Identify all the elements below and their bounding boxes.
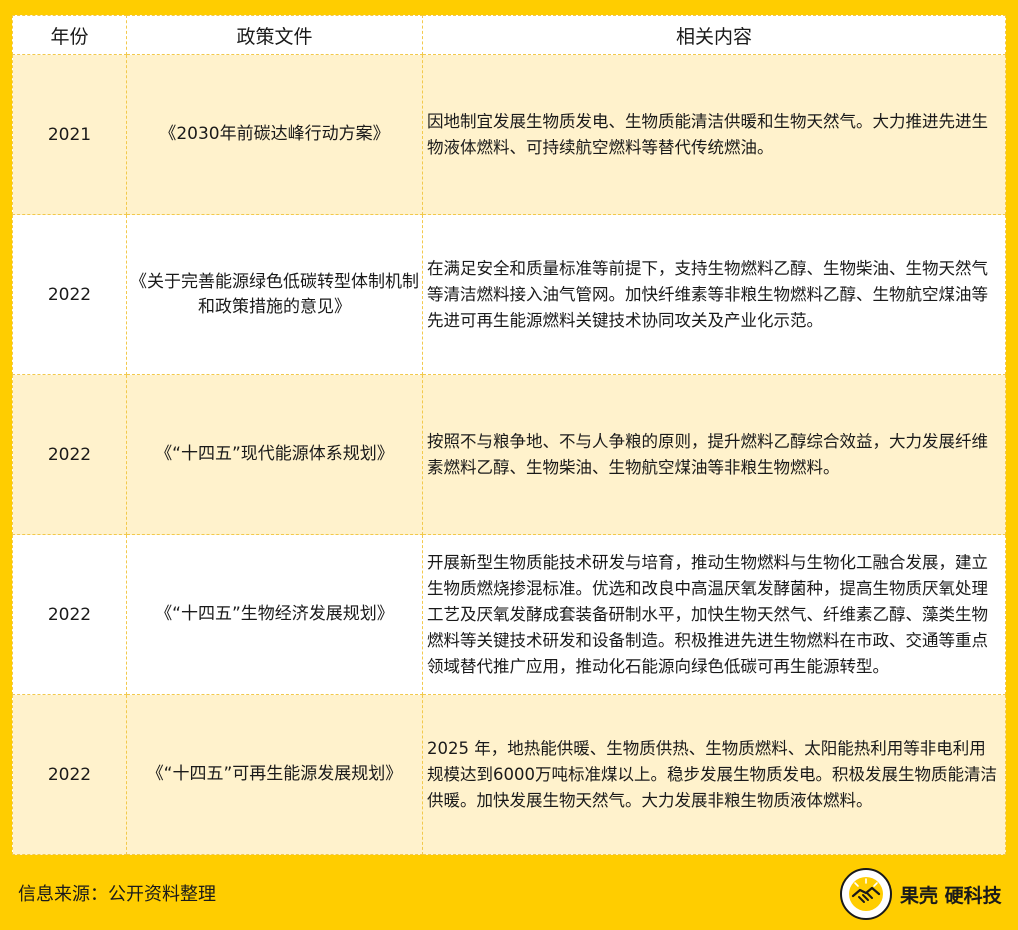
row-year: 2022: [12, 694, 127, 855]
handshake-icon: [840, 868, 892, 920]
source-note: 信息来源：公开资料整理: [18, 884, 216, 905]
table-header-row: 年份 政策文件 相关内容: [12, 15, 1006, 55]
policy-table: 年份 政策文件 相关内容 2021 《2030年前碳达峰行动方案》 因地制宜发展…: [12, 15, 1006, 855]
row-year: 2022: [12, 214, 127, 375]
header-document: 政策文件: [126, 15, 423, 55]
policy-table-frame: 年份 政策文件 相关内容 2021 《2030年前碳达峰行动方案》 因地制宜发展…: [12, 15, 1006, 855]
row-year: 2022: [12, 534, 127, 695]
header-content: 相关内容: [422, 15, 1006, 55]
row-document: 《关于完善能源绿色低碳转型体制机制和政策措施的意见》: [126, 214, 423, 375]
row-content: 开展新型生物质能技术研发与培育，推动生物燃料与生物化工融合发展，建立生物质燃烧掺…: [422, 534, 1006, 695]
row-content: 在满足安全和质量标准等前提下，支持生物燃料乙醇、生物柴油、生物天然气等清洁燃料接…: [422, 214, 1006, 375]
row-document: 《“十四五”可再生能源发展规划》: [126, 694, 423, 855]
row-document: 《2030年前碳达峰行动方案》: [126, 54, 423, 215]
row-content: 按照不与粮争地、不与人争粮的原则，提升燃料乙醇综合效益，大力发展纤维素燃料乙醇、…: [422, 374, 1006, 535]
row-year: 2021: [12, 54, 127, 215]
row-document: 《“十四五”现代能源体系规划》: [126, 374, 423, 535]
brand-name: 果壳 硬科技: [900, 884, 1002, 907]
table-row: 2022 《关于完善能源绿色低碳转型体制机制和政策措施的意见》 在满足安全和质量…: [12, 214, 1006, 375]
row-content: 因地制宜发展生物质发电、生物质能清洁供暖和生物天然气。大力推进先进生物液体燃料、…: [422, 54, 1006, 215]
brand-logo-group: 果壳 硬科技: [840, 866, 1010, 922]
row-document: 《“十四五”生物经济发展规划》: [126, 534, 423, 695]
table-row: 2022 《“十四五”生物经济发展规划》 开展新型生物质能技术研发与培育，推动生…: [12, 534, 1006, 695]
header-year: 年份: [12, 15, 127, 55]
table-row: 2021 《2030年前碳达峰行动方案》 因地制宜发展生物质发电、生物质能清洁供…: [12, 54, 1006, 215]
table-row: 2022 《“十四五”现代能源体系规划》 按照不与粮争地、不与人争粮的原则，提升…: [12, 374, 1006, 535]
row-content: 2025 年，地热能供暖、生物质供热、生物质燃料、太阳能热利用等非电利用规模达到…: [422, 694, 1006, 855]
row-year: 2022: [12, 374, 127, 535]
table-row: 2022 《“十四五”可再生能源发展规划》 2025 年，地热能供暖、生物质供热…: [12, 694, 1006, 855]
